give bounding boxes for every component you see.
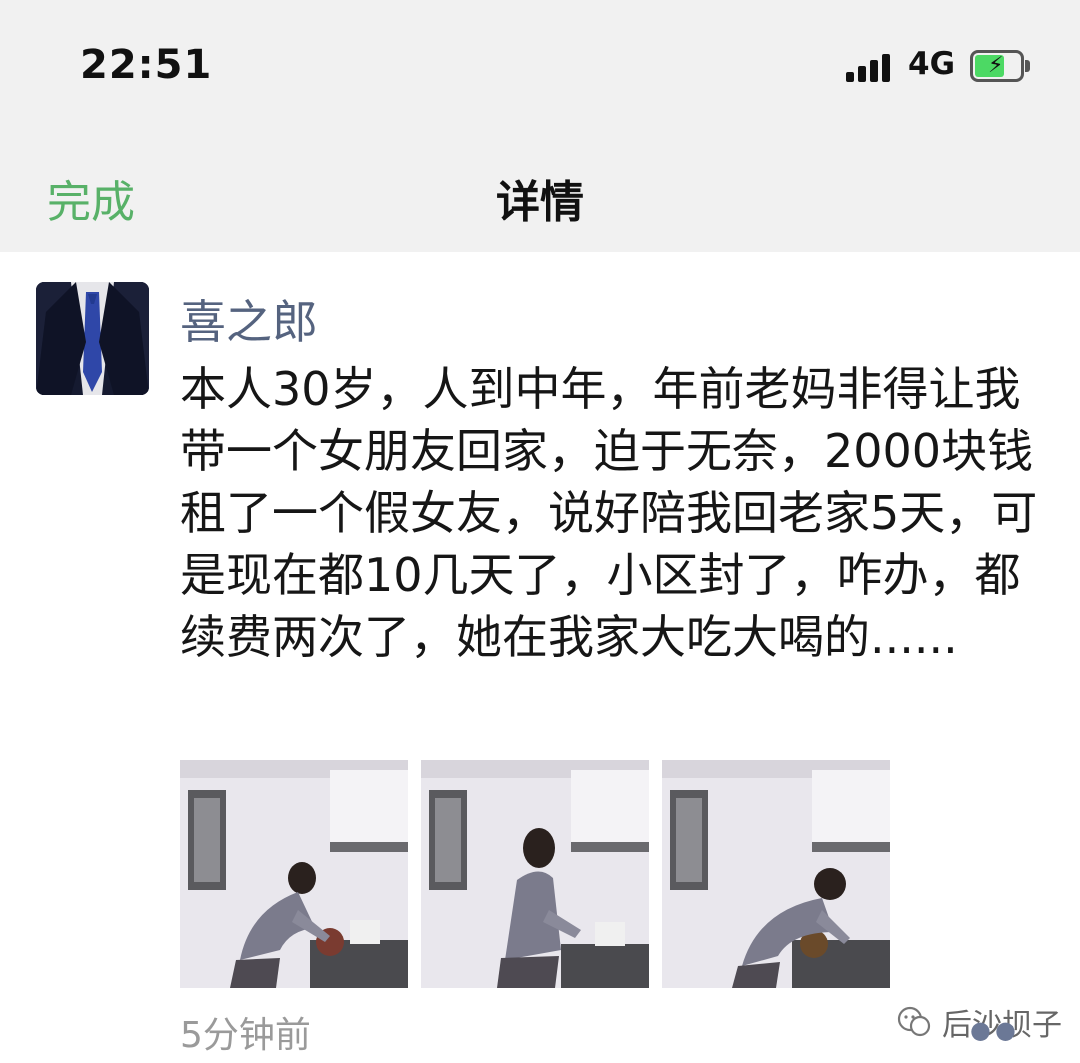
- more-options-icon[interactable]: ●●: [970, 1016, 1020, 1044]
- avatar[interactable]: [36, 282, 149, 395]
- post-photo-3[interactable]: [662, 760, 890, 988]
- kitchen-photo: [180, 760, 408, 988]
- wechat-official-account-icon: [897, 1006, 931, 1037]
- battery-charging-icon: ⚡: [970, 50, 1030, 82]
- post-photo-1[interactable]: [180, 760, 408, 988]
- signal-bars-icon: [846, 52, 896, 82]
- kitchen-photo: [662, 760, 890, 988]
- page-title: 详情: [496, 177, 584, 228]
- avatar-suit-image: [36, 282, 149, 395]
- post-photos: [180, 760, 900, 988]
- post-author-name[interactable]: 喜之郎: [180, 286, 318, 352]
- kitchen-photo: [421, 760, 649, 988]
- network-type: 4G: [908, 46, 956, 82]
- status-bar: 22:51 4G ⚡: [0, 0, 1080, 130]
- nav-bar: 完成 详情: [0, 130, 1080, 252]
- post-photo-2[interactable]: [421, 760, 649, 988]
- post-text: 本人30岁，人到中年，年前老妈非得让我带一个女朋友回家，迫于无奈，2000块钱租…: [180, 362, 1038, 664]
- moment-detail: 喜之郎 本人30岁，人到中年，年前老妈非得让我带一个女朋友回家，迫于无奈，200…: [0, 252, 1080, 1063]
- post-timestamp: 5分钟前: [180, 1015, 311, 1056]
- status-time: 22:51: [80, 42, 213, 88]
